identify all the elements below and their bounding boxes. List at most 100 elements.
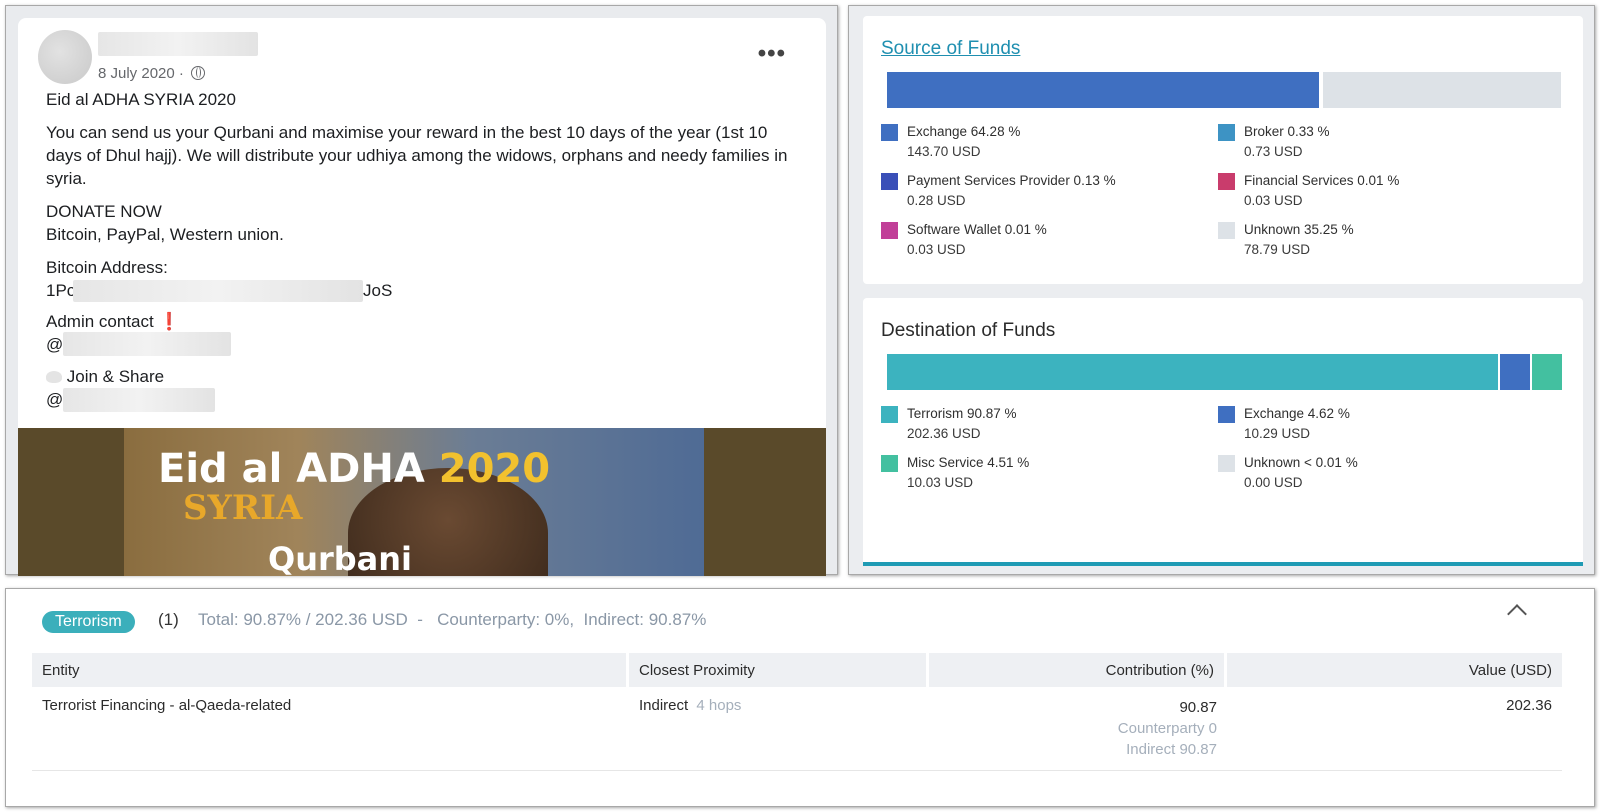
- category-count: (1): [158, 610, 179, 629]
- admin-handle-redacted[interactable]: [63, 332, 231, 356]
- table-row[interactable]: Terrorist Financing - al-Qaeda-related I…: [32, 687, 1562, 771]
- post-date[interactable]: 8 July 2020 ·: [98, 65, 206, 82]
- bitcoin-address[interactable]: 1Pc: [46, 279, 75, 302]
- legend-label: Broker 0.33 %: [1244, 124, 1330, 139]
- legend-value: 0.28 USD: [907, 193, 966, 208]
- post-image-qurbani: Qurbani: [268, 540, 413, 576]
- admin-contact-label: Admin contact ❗: [46, 310, 180, 333]
- legend-label: Unknown < 0.01 %: [1244, 455, 1358, 470]
- category-badge[interactable]: Terrorism: [42, 611, 135, 633]
- legend-label: Financial Services 0.01 %: [1244, 173, 1400, 188]
- legend-swatch: [1218, 173, 1235, 190]
- chevron-up-icon[interactable]: [1507, 604, 1527, 624]
- table-header-row: Entity Closest Proximity Contribution (%…: [32, 653, 1562, 687]
- contribution-value: 90.87: [1179, 699, 1217, 716]
- source-of-funds-title[interactable]: Source of Funds: [881, 38, 1020, 60]
- avatar[interactable]: [38, 30, 92, 84]
- post-card: 8 July 2020 · ••• Eid al ADHA SYRIA 2020…: [18, 18, 826, 576]
- legend-swatch: [881, 406, 898, 423]
- entity-cell: Terrorist Financing - al-Qaeda-related: [32, 687, 629, 771]
- bar-segment[interactable]: [887, 354, 1501, 390]
- join-share: Join & Share: [46, 365, 164, 388]
- social-post-panel: 8 July 2020 · ••• Eid al ADHA SYRIA 2020…: [5, 5, 838, 576]
- legend-label: Payment Services Provider 0.13 %: [907, 173, 1116, 188]
- legend-item[interactable]: Unknown < 0.01 % 0.00 USD: [1218, 453, 1358, 493]
- contribution-cell: 90.87 Counterparty 0 Indirect 90.87: [929, 687, 1227, 771]
- bitcoin-address-redacted: [73, 280, 363, 302]
- legend-value: 0.00 USD: [1244, 475, 1303, 490]
- indirect-value: Indirect 90.87: [1126, 741, 1217, 758]
- proximity-cell: Indirect 4 hops: [629, 687, 929, 771]
- column-contribution[interactable]: Contribution (%): [929, 653, 1227, 687]
- legend-label: Terrorism 90.87 %: [907, 406, 1017, 421]
- bitcoin-prefix: 1Pc: [46, 281, 76, 300]
- hops-text: 4 hops: [696, 697, 742, 714]
- legend-item[interactable]: Payment Services Provider 0.13 % 0.28 USD: [881, 171, 1116, 211]
- legend-value: 202.36 USD: [907, 426, 981, 441]
- bitcoin-suffix: JoS: [363, 281, 393, 300]
- legend-value: 0.03 USD: [907, 242, 966, 257]
- legend-label: Exchange 4.62 %: [1244, 406, 1350, 421]
- post-image-title: Eid al ADHA 2020: [158, 446, 550, 492]
- admin-label-text: Admin contact: [46, 312, 154, 331]
- join-handle-redacted[interactable]: [63, 388, 215, 412]
- proximity-text: Indirect: [639, 697, 689, 714]
- legend-label: Exchange 64.28 %: [907, 124, 1021, 139]
- author-name-redacted[interactable]: [98, 32, 258, 56]
- legend-item[interactable]: Broker 0.33 % 0.73 USD: [1218, 122, 1330, 162]
- legend-swatch: [881, 455, 898, 472]
- destination-of-funds-bar: [887, 354, 1562, 390]
- legend-value: 10.03 USD: [907, 475, 974, 490]
- bitcoin-label: Bitcoin Address:: [46, 258, 168, 277]
- admin-at: @: [46, 335, 64, 354]
- donate-methods: Bitcoin, PayPal, Western union.: [46, 225, 284, 244]
- legend-item[interactable]: Exchange 4.62 % 10.29 USD: [1218, 404, 1350, 444]
- destination-of-funds-card: Destination of Funds Terrorism 90.87 % 20…: [863, 298, 1583, 566]
- category-summary: Total: 90.87% / 202.36 USD - Counterpart…: [198, 610, 707, 629]
- post-image-syria: SYRIA: [183, 488, 303, 528]
- funds-panel: Source of Funds Exchange 64.28 % 143.70 U…: [848, 5, 1595, 575]
- counterparty-value: Counterparty 0: [1117, 720, 1217, 737]
- bar-segment[interactable]: [1531, 354, 1562, 390]
- legend-value: 0.73 USD: [1244, 144, 1303, 159]
- post-date-text: 8 July 2020 ·: [98, 65, 184, 82]
- join-label-text: Join & Share: [66, 367, 165, 386]
- bar-segment[interactable]: [1323, 72, 1562, 108]
- legend-swatch: [881, 124, 898, 141]
- legend-label: Misc Service 4.51 %: [907, 455, 1030, 470]
- legend-item[interactable]: Unknown 35.25 % 78.79 USD: [1218, 220, 1354, 260]
- post-title: Eid al ADHA SYRIA 2020: [46, 90, 236, 109]
- column-entity[interactable]: Entity: [32, 653, 629, 687]
- legend-label: Software Wallet 0.01 %: [907, 222, 1047, 237]
- exclamation-icon: ❗: [158, 312, 180, 331]
- value-cell: 202.36: [1227, 687, 1562, 771]
- legend-value: 0.03 USD: [1244, 193, 1303, 208]
- legend-swatch: [881, 173, 898, 190]
- more-options-icon[interactable]: •••: [758, 40, 786, 68]
- legend-item[interactable]: Software Wallet 0.01 % 0.03 USD: [881, 220, 1047, 260]
- source-of-funds-bar: [887, 72, 1562, 108]
- globe-icon: [191, 66, 206, 80]
- column-value[interactable]: Value (USD): [1227, 653, 1562, 687]
- column-closest-proximity[interactable]: Closest Proximity: [629, 653, 929, 687]
- entity-table: Entity Closest Proximity Contribution (%…: [32, 653, 1562, 771]
- legend-value: 78.79 USD: [1244, 242, 1311, 257]
- legend-item[interactable]: Terrorism 90.87 % 202.36 USD: [881, 404, 1017, 444]
- destination-of-funds-title: Destination of Funds: [881, 320, 1056, 341]
- legend-item[interactable]: Exchange 64.28 % 143.70 USD: [881, 122, 1021, 162]
- post-image[interactable]: Eid al ADHA 2020 SYRIA Qurbani: [18, 428, 826, 576]
- legend-swatch: [881, 222, 898, 239]
- dove-icon: [46, 371, 62, 383]
- legend-value: 10.29 USD: [1244, 426, 1311, 441]
- source-of-funds-card: Source of Funds Exchange 64.28 % 143.70 U…: [863, 16, 1583, 284]
- bar-segment[interactable]: [887, 72, 1321, 108]
- legend-value: 143.70 USD: [907, 144, 981, 159]
- post-body: You can send us your Qurbani and maximis…: [46, 123, 788, 188]
- legend-item[interactable]: Misc Service 4.51 % 10.03 USD: [881, 453, 1030, 493]
- legend-swatch: [1218, 455, 1235, 472]
- legend-item[interactable]: Financial Services 0.01 % 0.03 USD: [1218, 171, 1400, 211]
- legend-swatch: [1218, 406, 1235, 423]
- bar-segment[interactable]: [1500, 354, 1532, 390]
- image-year: 2020: [438, 446, 551, 492]
- card-accent-line: [863, 562, 1583, 566]
